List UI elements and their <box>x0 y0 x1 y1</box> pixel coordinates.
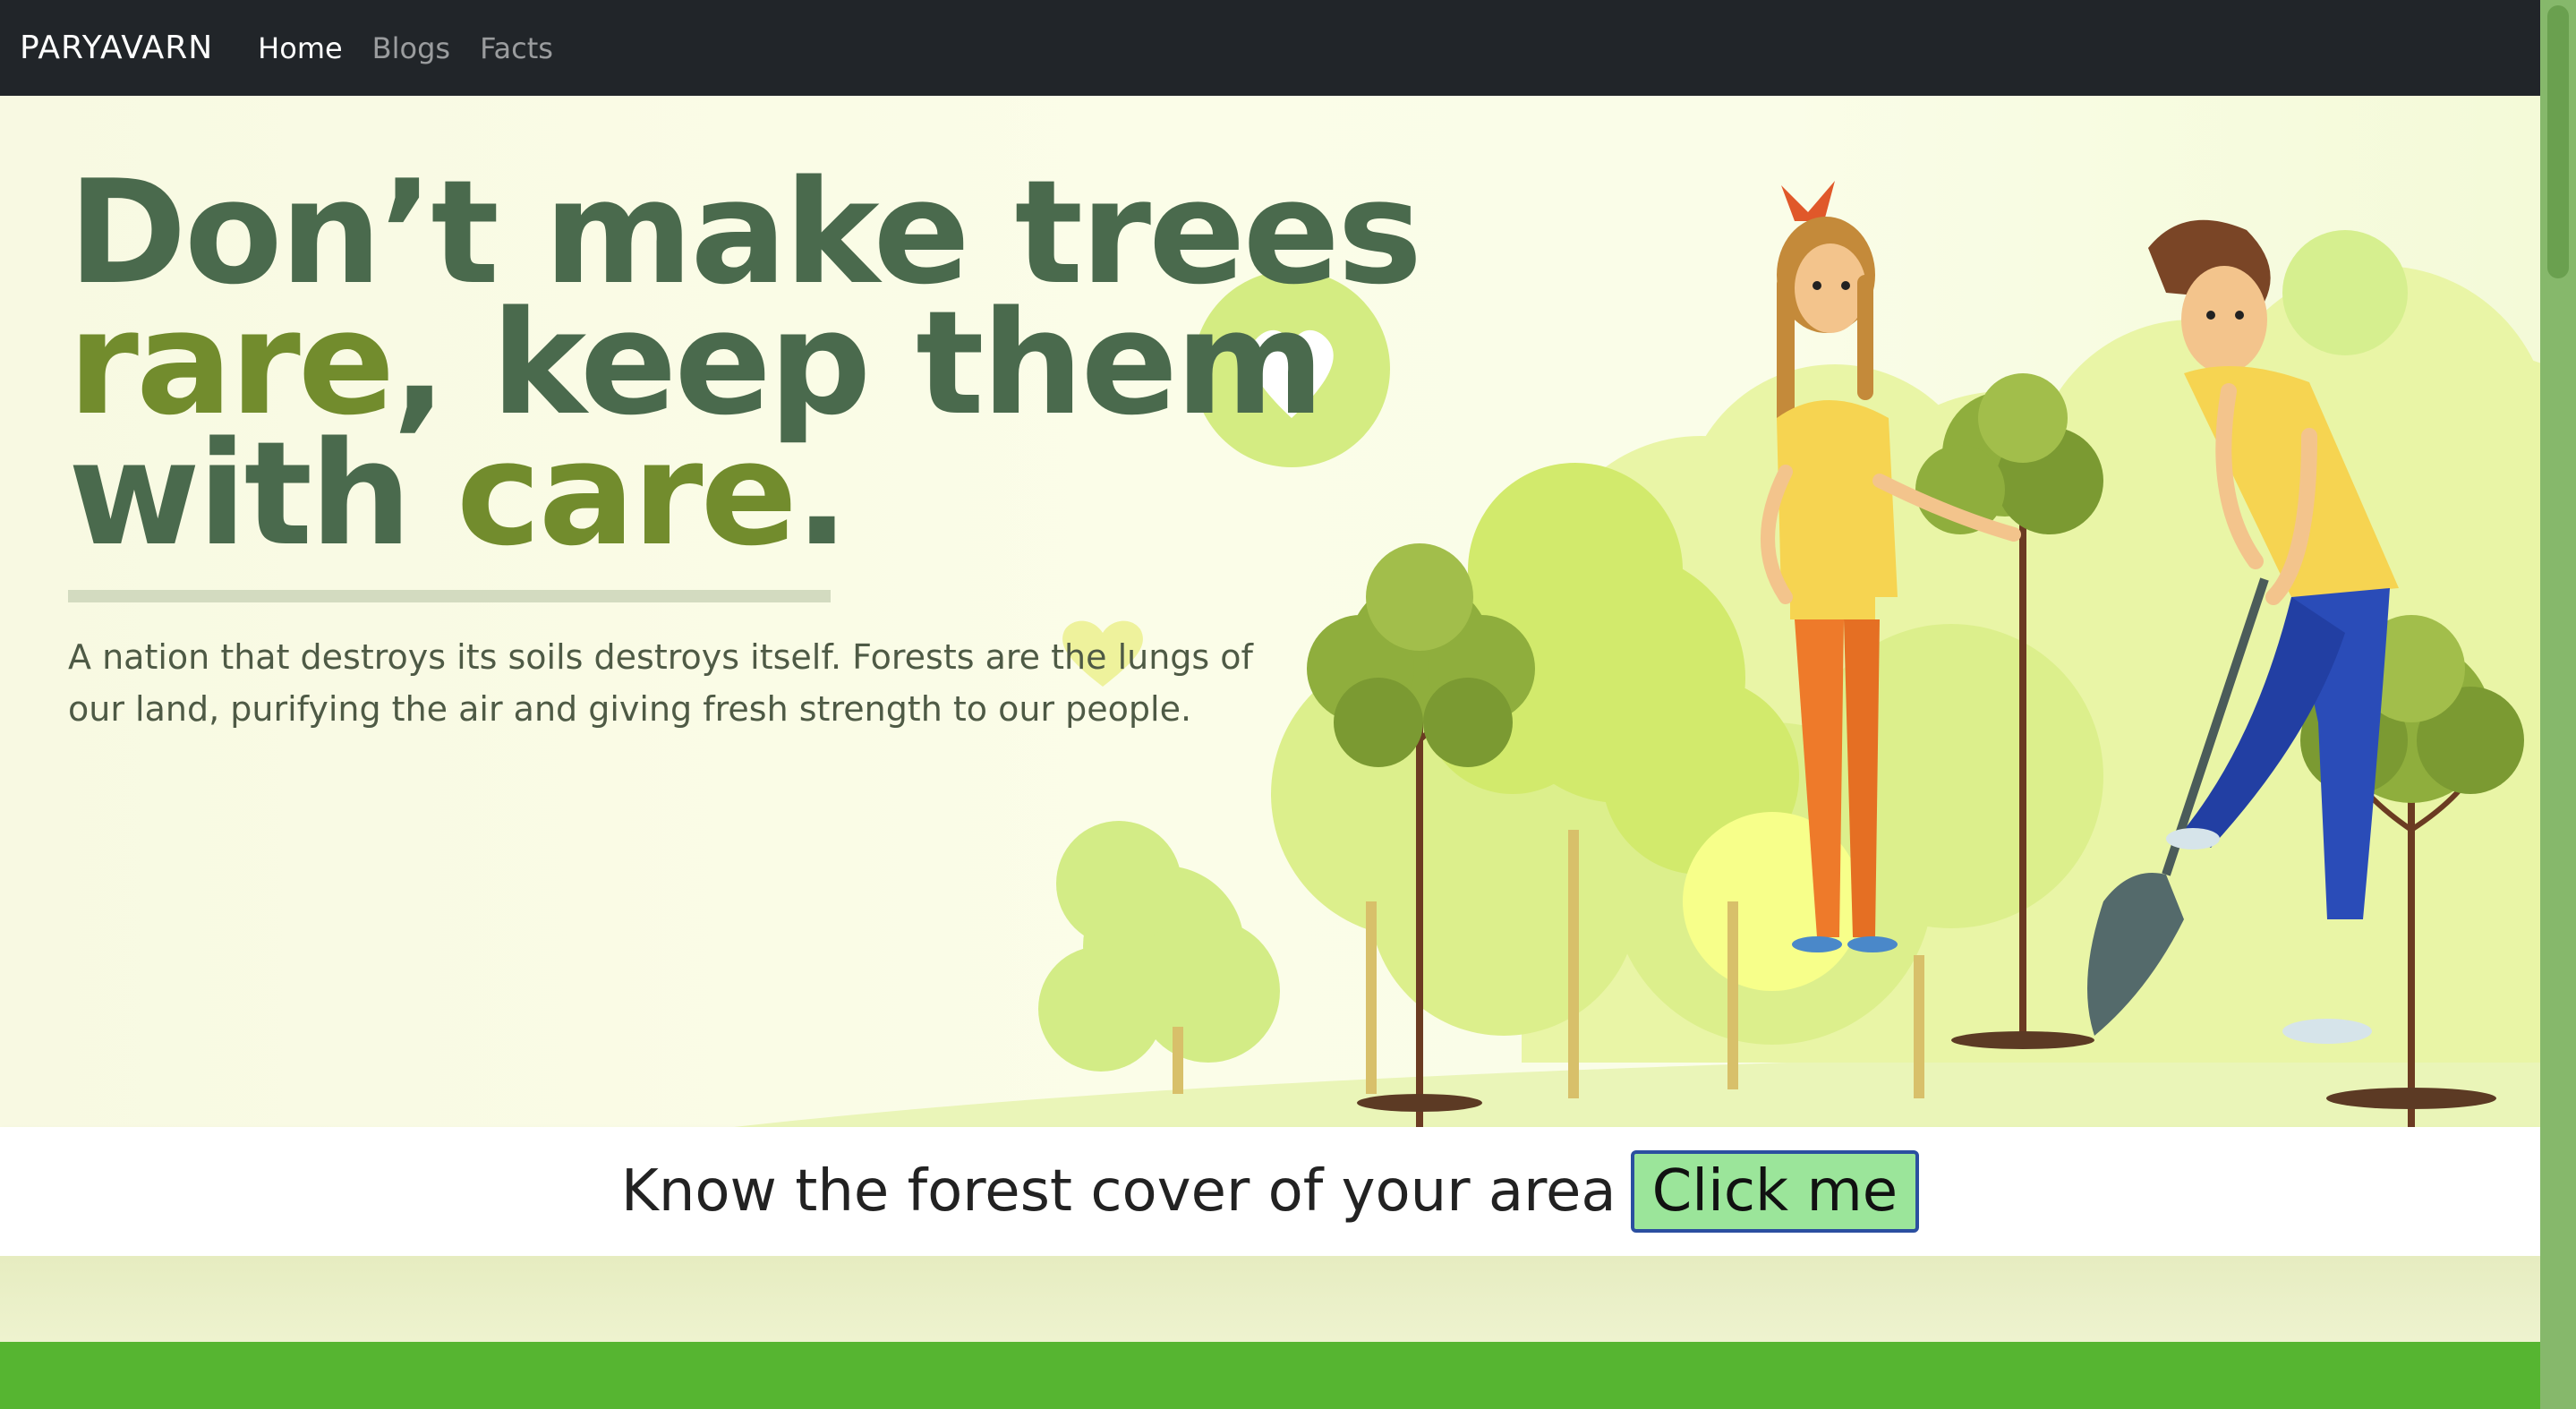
cta-text: Know the forest cover of your area <box>620 1158 1616 1225</box>
brand-logo[interactable]: PARYAVARN <box>20 30 213 66</box>
section-divider <box>0 1256 2540 1342</box>
hero-tagline: A nation that destroys its soils destroy… <box>68 637 1253 729</box>
hero-headline: Don’t make trees rare, keep them with care… <box>68 161 1422 566</box>
headline-underline <box>68 590 831 602</box>
footer-band <box>0 1342 2540 1409</box>
click-me-button[interactable]: Click me <box>1630 1150 1920 1233</box>
nav-home[interactable]: Home <box>258 31 343 65</box>
nav-facts[interactable]: Facts <box>480 31 553 65</box>
headline-period: . <box>794 410 849 577</box>
cta-band: Know the forest cover of your area Click… <box>0 1127 2540 1256</box>
headline-care: care <box>456 410 798 577</box>
nav-blogs[interactable]: Blogs <box>372 31 450 65</box>
headline-part4: with <box>68 410 456 577</box>
navbar: PARYAVARN Home Blogs Facts <box>0 0 2540 96</box>
hero-section: Don’t make trees rare, keep them with care… <box>0 96 2540 1127</box>
scrollbar-thumb[interactable] <box>2547 5 2569 278</box>
